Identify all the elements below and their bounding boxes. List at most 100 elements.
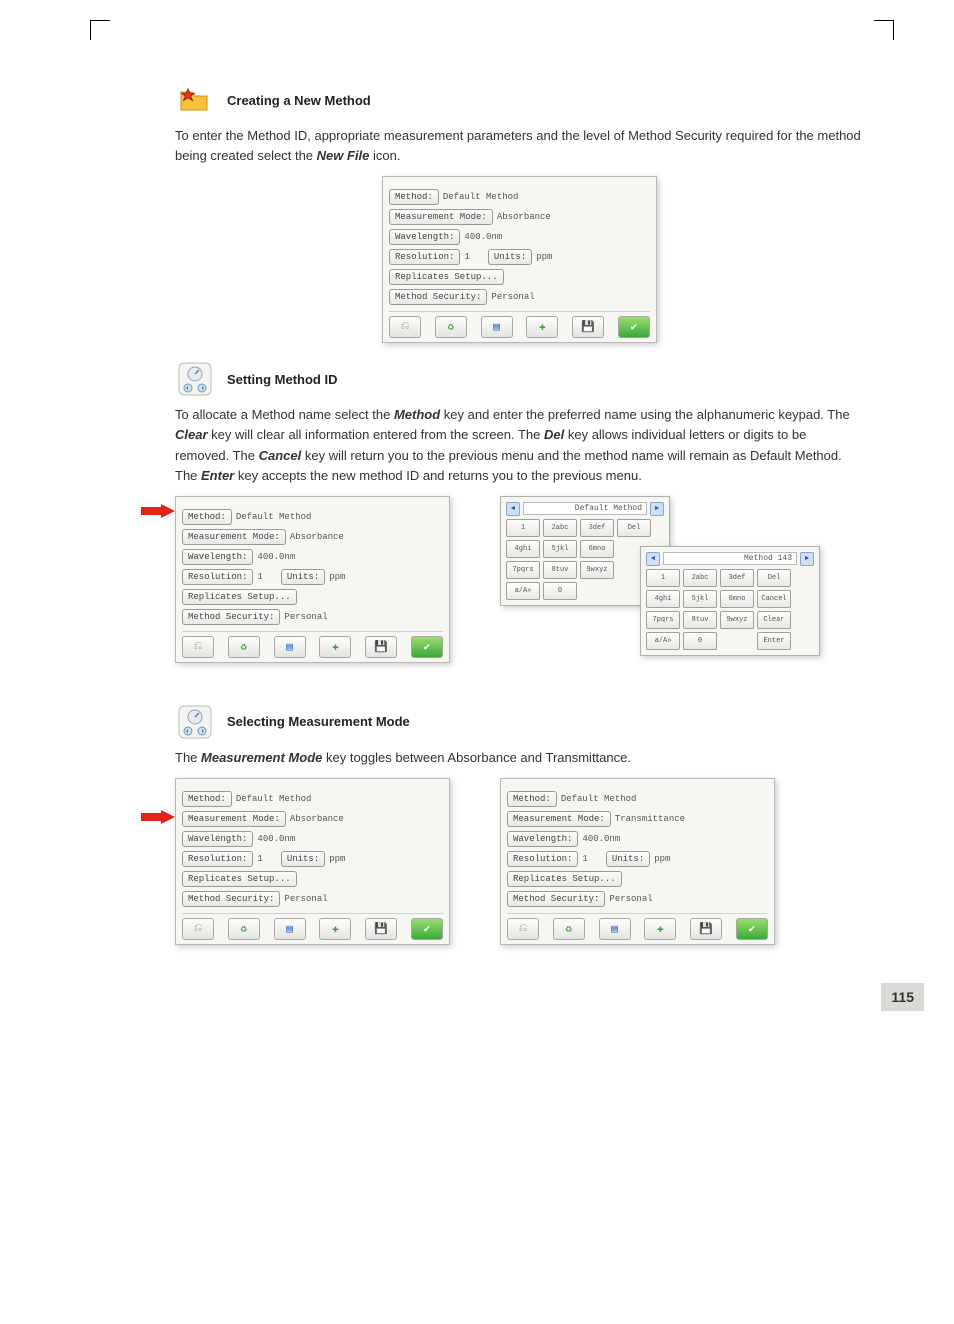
resolution-button[interactable]: Resolution: — [389, 249, 460, 265]
toolbar-back-icon[interactable]: ⎌ — [182, 918, 214, 940]
replicates-setup-button[interactable]: Replicates Setup... — [182, 871, 297, 887]
folder-star-icon — [175, 80, 215, 120]
nav-left-icon[interactable]: ◄ — [646, 552, 660, 566]
toolbar-new-file-icon[interactable]: ✚ — [319, 636, 351, 658]
method-button[interactable]: Method: — [507, 791, 557, 807]
nav-right-icon[interactable]: ► — [800, 552, 814, 566]
keypad-key-4ghi[interactable]: 4ghi — [646, 590, 680, 608]
toolbar-new-file-icon[interactable]: ✚ — [526, 316, 558, 338]
measurement-mode-button[interactable]: Measurement Mode: — [182, 811, 286, 827]
wavelength-value: 400.0nm — [257, 834, 295, 844]
toolbar-save-icon[interactable]: 💾 — [365, 636, 397, 658]
keypad-key-del[interactable]: Del — [617, 519, 651, 537]
toolbar-save-icon[interactable]: 💾 — [365, 918, 397, 940]
toolbar-cycle-icon[interactable]: ♻ — [228, 918, 260, 940]
measurement-mode-button[interactable]: Measurement Mode: — [182, 529, 286, 545]
toolbar-cycle-icon[interactable]: ♻ — [435, 316, 467, 338]
method-button[interactable]: Method: — [389, 189, 439, 205]
resolution-button[interactable]: Resolution: — [182, 569, 253, 585]
keypad-key-2abc[interactable]: 2abc — [543, 519, 577, 537]
wavelength-button[interactable]: Wavelength: — [182, 831, 253, 847]
keypad-key-5jkl[interactable]: 5jkl — [683, 590, 717, 608]
units-value: ppm — [329, 854, 345, 864]
keypad-key-a/a»[interactable]: a/A» — [646, 632, 680, 650]
wavelength-button[interactable]: Wavelength: — [182, 549, 253, 565]
keypad-key-del[interactable]: Del — [757, 569, 791, 587]
page-content: Creating a New Method To enter the Metho… — [0, 0, 954, 1021]
measurement-mode-button[interactable]: Measurement Mode: — [507, 811, 611, 827]
keypad-key-8tuv[interactable]: 8tuv — [683, 611, 717, 629]
method-value: Default Method — [561, 794, 637, 804]
keypad-key-enter[interactable]: Enter — [757, 632, 791, 650]
method-security-value: Personal — [284, 894, 327, 904]
toolbar-save-icon[interactable]: 💾 — [572, 316, 604, 338]
red-arrow-measmode-indicator — [141, 810, 175, 824]
toolbar-cycle-icon[interactable]: ♻ — [228, 636, 260, 658]
toolbar-standards-icon[interactable]: ▤ — [274, 918, 306, 940]
keypad-key-2abc[interactable]: 2abc — [683, 569, 717, 587]
replicates-setup-button[interactable]: Replicates Setup... — [389, 269, 504, 285]
keypad-key-8tuv[interactable]: 8tuv — [543, 561, 577, 579]
toolbar-accept-icon[interactable]: ✔ — [411, 636, 443, 658]
units-button[interactable]: Units: — [281, 851, 325, 867]
resolution-button[interactable]: Resolution: — [507, 851, 578, 867]
method-security-button[interactable]: Method Security: — [389, 289, 487, 305]
keypad-key-7pqrs[interactable]: 7pqrs — [506, 561, 540, 579]
keypad-method-143: ◄ Method 143 ► 12abc3defDel4ghi5jkl6mnoC… — [640, 546, 820, 656]
keypad-key-6mno[interactable]: 6mno — [580, 540, 614, 558]
section-title: Creating a New Method — [227, 93, 371, 108]
units-button[interactable]: Units: — [281, 569, 325, 585]
toolbar-standards-icon[interactable]: ▤ — [599, 918, 631, 940]
keypad-key-clear[interactable]: Clear — [757, 611, 791, 629]
wavelength-value: 400.0nm — [257, 552, 295, 562]
resolution-value: 1 — [257, 572, 262, 582]
section-title: Setting Method ID — [227, 372, 338, 387]
keypad-key-0[interactable]: 0 — [683, 632, 717, 650]
section2-paragraph: To allocate a Method name select the Met… — [175, 405, 864, 486]
keypad-key-3def[interactable]: 3def — [580, 519, 614, 537]
toolbar-standards-icon[interactable]: ▤ — [481, 316, 513, 338]
measurement-mode-value: Absorbance — [290, 814, 344, 824]
section-selecting-measurement-mode: Selecting Measurement Mode — [175, 702, 864, 742]
nav-right-icon[interactable]: ► — [650, 502, 664, 516]
toolbar-standards-icon[interactable]: ▤ — [274, 636, 306, 658]
wavelength-button[interactable]: Wavelength: — [507, 831, 578, 847]
keypad-key-6mno[interactable]: 6mno — [720, 590, 754, 608]
units-button[interactable]: Units: — [606, 851, 650, 867]
keypad-key-1[interactable]: 1 — [646, 569, 680, 587]
toolbar-save-icon[interactable]: 💾 — [690, 918, 722, 940]
nav-left-icon[interactable]: ◄ — [506, 502, 520, 516]
keypad-key-0[interactable]: 0 — [543, 582, 577, 600]
keypad-key-a/a»[interactable]: a/A» — [506, 582, 540, 600]
page-number: 115 — [881, 983, 924, 1011]
toolbar-accept-icon[interactable]: ✔ — [736, 918, 768, 940]
units-button[interactable]: Units: — [488, 249, 532, 265]
resolution-button[interactable]: Resolution: — [182, 851, 253, 867]
measurement-mode-button[interactable]: Measurement Mode: — [389, 209, 493, 225]
toolbar-new-file-icon[interactable]: ✚ — [319, 918, 351, 940]
method-security-button[interactable]: Method Security: — [507, 891, 605, 907]
keypad-key-5jkl[interactable]: 5jkl — [543, 540, 577, 558]
toolbar-back-icon[interactable]: ⎌ — [507, 918, 539, 940]
toolbar-cycle-icon[interactable]: ♻ — [553, 918, 585, 940]
method-form-panel-main: Method:Default Method Measurement Mode:A… — [382, 176, 657, 343]
method-button[interactable]: Method: — [182, 791, 232, 807]
toolbar-new-file-icon[interactable]: ✚ — [644, 918, 676, 940]
toolbar-accept-icon[interactable]: ✔ — [618, 316, 650, 338]
method-security-button[interactable]: Method Security: — [182, 609, 280, 625]
toolbar-back-icon[interactable]: ⎌ — [182, 636, 214, 658]
replicates-setup-button[interactable]: Replicates Setup... — [507, 871, 622, 887]
wavelength-button[interactable]: Wavelength: — [389, 229, 460, 245]
replicates-setup-button[interactable]: Replicates Setup... — [182, 589, 297, 605]
keypad-key-1[interactable]: 1 — [506, 519, 540, 537]
keypad-key-9wxyz[interactable]: 9wxyz — [580, 561, 614, 579]
keypad-key-7pqrs[interactable]: 7pqrs — [646, 611, 680, 629]
keypad-key-4ghi[interactable]: 4ghi — [506, 540, 540, 558]
keypad-key-9wxyz[interactable]: 9wxyz — [720, 611, 754, 629]
keypad-key-cancel[interactable]: Cancel — [757, 590, 791, 608]
toolbar-back-icon[interactable]: ⎌ — [389, 316, 421, 338]
method-button[interactable]: Method: — [182, 509, 232, 525]
method-security-button[interactable]: Method Security: — [182, 891, 280, 907]
keypad-key-3def[interactable]: 3def — [720, 569, 754, 587]
toolbar-accept-icon[interactable]: ✔ — [411, 918, 443, 940]
